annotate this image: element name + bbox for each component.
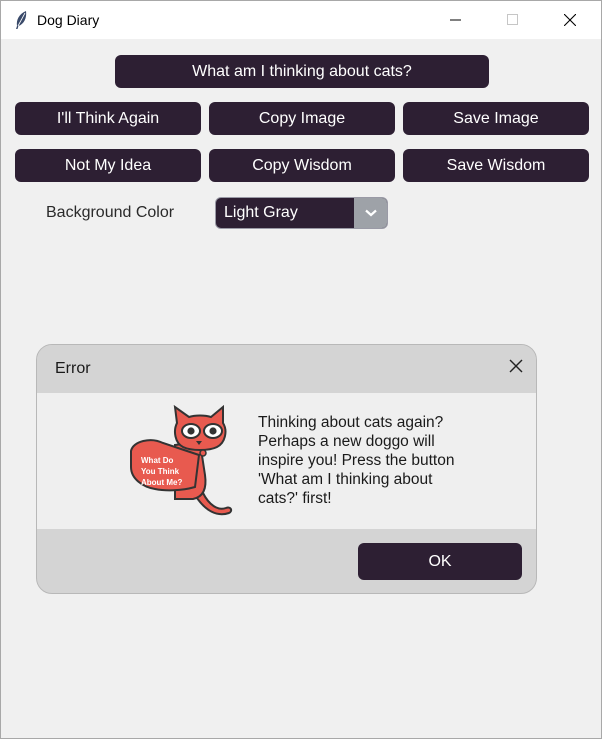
background-color-value: Light Gray (224, 204, 298, 221)
close-icon (564, 14, 576, 26)
window-title: Dog Diary (37, 12, 100, 28)
dialog-title: Error (55, 360, 91, 377)
dialog-body: What Do You Think About Me? Thinking abo… (37, 393, 536, 529)
svg-text:You Think: You Think (141, 467, 180, 476)
maximize-button (490, 1, 536, 39)
dialog-close-button[interactable] (509, 359, 525, 375)
background-color-select[interactable]: Light Gray (215, 197, 388, 229)
close-icon (509, 359, 523, 373)
chevron-down-icon (365, 209, 377, 217)
ok-button[interactable]: OK (358, 543, 522, 580)
copy-wisdom-button[interactable]: Copy Wisdom (209, 149, 395, 182)
svg-text:About Me?: About Me? (141, 478, 182, 487)
feather-icon (13, 10, 29, 30)
not-my-idea-button[interactable]: Not My Idea (15, 149, 201, 182)
maximize-icon (507, 14, 518, 25)
think-again-button[interactable]: I'll Think Again (15, 102, 201, 135)
minimize-icon (450, 19, 461, 21)
think-about-cats-button[interactable]: What am I thinking about cats? (115, 55, 489, 88)
dialog-message: Thinking about cats again? Perhaps a new… (258, 414, 455, 507)
copy-image-button[interactable]: Copy Image (209, 102, 395, 135)
background-color-label: Background Color (46, 204, 175, 221)
error-dialog: Error What Do You Think About Me? Thinki… (36, 344, 537, 594)
svg-text:What Do: What Do (141, 456, 174, 465)
app-window: Dog Diary What am I thinking about cats?… (0, 0, 602, 739)
cat-illustration: What Do You Think About Me? (125, 404, 243, 526)
save-wisdom-button[interactable]: Save Wisdom (403, 149, 589, 182)
title-bar: Dog Diary (1, 1, 601, 39)
minimize-button[interactable] (433, 1, 479, 39)
close-window-button[interactable] (547, 1, 593, 39)
save-image-button[interactable]: Save Image (403, 102, 589, 135)
dialog-header: Error (37, 345, 536, 393)
dropdown-arrow-button[interactable] (354, 198, 387, 228)
